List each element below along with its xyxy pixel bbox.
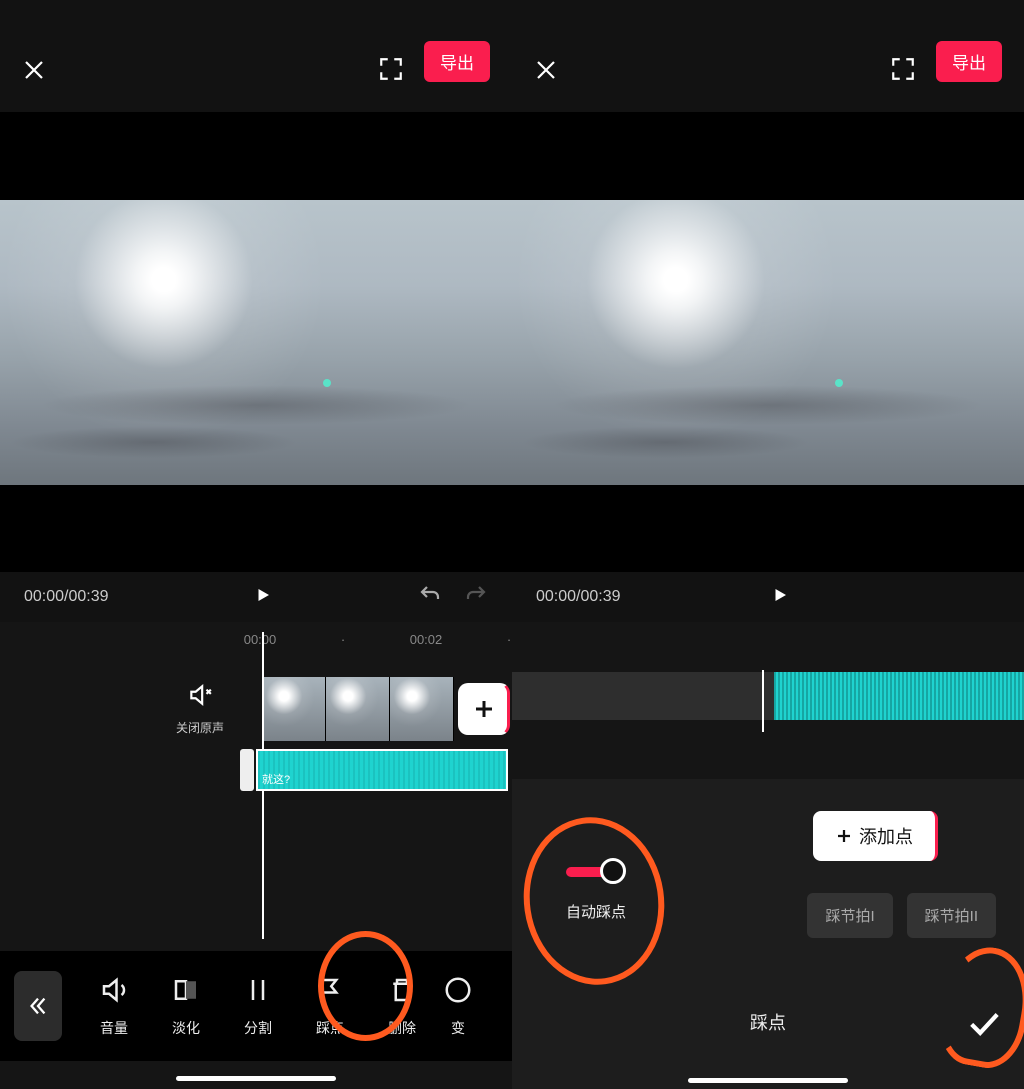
beat-panel: 添加点 自动踩点 踩节拍I 踩节拍II 踩点 [512, 779, 1024, 1089]
empty-track-segment[interactable] [512, 672, 774, 720]
screen-right: 导出 00:00/00:39 添加点 [512, 0, 1024, 1089]
clip-thumb[interactable] [390, 677, 454, 741]
video-track[interactable] [262, 677, 510, 741]
audio-clip[interactable] [774, 672, 1024, 720]
tool-delete[interactable]: 删除 [366, 975, 438, 1038]
panel-title: 踩点 [750, 1009, 786, 1035]
audio-clip[interactable]: 就这? [256, 749, 508, 791]
beat-option-2[interactable]: 踩节拍II [907, 893, 996, 938]
close-icon[interactable] [22, 58, 46, 82]
home-indicator [176, 1076, 336, 1081]
transport-bar: 00:00/00:39 [512, 572, 1024, 622]
screen-left: 导出 00:00/00:39 00:00·00:02· 关闭原声 [0, 0, 512, 1089]
tool-beat[interactable]: 踩点 [294, 975, 366, 1038]
redo-icon [464, 583, 488, 612]
transport-bar: 00:00/00:39 [0, 572, 512, 622]
undo-icon[interactable] [418, 583, 442, 612]
clip-thumb[interactable] [262, 677, 326, 741]
header-left: 导出 [0, 0, 512, 82]
preview-area[interactable] [512, 112, 1024, 572]
clip-handle[interactable] [240, 749, 254, 791]
timecode: 00:00/00:39 [536, 588, 621, 606]
export-button[interactable]: 导出 [424, 41, 490, 82]
timecode: 00:00/00:39 [24, 588, 109, 606]
add-beat-point-button[interactable]: 添加点 [813, 811, 938, 861]
play-icon[interactable] [771, 586, 789, 609]
close-icon[interactable] [534, 58, 558, 82]
timeline[interactable]: 添加点 自动踩点 踩节拍I 踩节拍II 踩点 [512, 622, 1024, 1089]
export-button[interactable]: 导出 [936, 41, 1002, 82]
ruler: 00:00·00:02· [0, 632, 512, 647]
expand-icon[interactable] [378, 56, 404, 82]
add-clip-button[interactable] [458, 683, 510, 735]
tool-speed[interactable]: 变 [438, 975, 478, 1038]
beat-option-1[interactable]: 踩节拍I [807, 893, 892, 938]
home-indicator [688, 1078, 848, 1083]
confirm-icon[interactable] [966, 1006, 1000, 1045]
tool-fade[interactable]: 淡化 [150, 975, 222, 1038]
header-right: 导出 [512, 0, 1024, 82]
auto-beat-toggle[interactable]: 自动踩点 [566, 867, 626, 922]
clip-thumb[interactable] [326, 677, 390, 741]
timeline[interactable]: 00:00·00:02· 关闭原声 [0, 622, 512, 1089]
preview-area[interactable] [0, 112, 512, 572]
audio-clip-label: 就这? [262, 771, 290, 787]
audio-track[interactable]: 就这? [240, 749, 512, 791]
play-icon[interactable] [254, 586, 272, 609]
mute-original-audio[interactable]: 关闭原声 [160, 682, 240, 736]
collapse-toolbar-icon[interactable] [14, 971, 62, 1041]
playhead[interactable] [762, 670, 764, 732]
tool-volume[interactable]: 音量 [78, 975, 150, 1038]
expand-icon[interactable] [890, 56, 916, 82]
audio-toolbar: 音量 淡化 分割 踩点 删除 [0, 951, 512, 1061]
tool-split[interactable]: 分割 [222, 975, 294, 1038]
